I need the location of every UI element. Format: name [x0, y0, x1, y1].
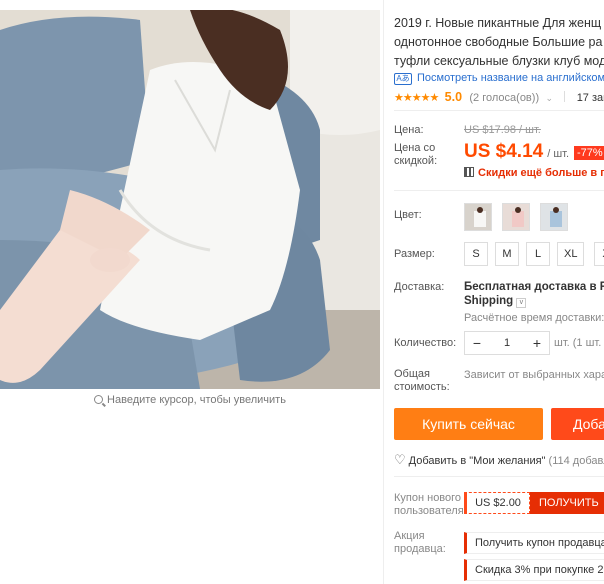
swatch-image-pink-shirt — [503, 204, 529, 230]
zoom-hint-text: Наведите курсор, чтобы увеличить — [107, 394, 286, 406]
magnifier-icon — [94, 395, 104, 404]
product-title-line: 2019 г. Новые пикантные Для женщ — [394, 16, 602, 30]
translate-title-link[interactable]: Aあ Посмотреть название на английском — [394, 72, 604, 85]
wishlist-count: (114 добавл — [548, 455, 604, 467]
swatch-image-blue-shirt — [541, 204, 567, 230]
wishlist-text: Добавить в "Мои желания" — [408, 455, 546, 467]
size-option-s[interactable]: S — [464, 242, 488, 266]
shipping-label: Доставка: — [394, 281, 445, 293]
price-label: Цена: — [394, 124, 424, 136]
product-title-line: туфли сексуальные блузки клуб мод — [394, 54, 604, 68]
shipping-method-line: Shipping v — [464, 294, 604, 308]
quantity-stepper: − 1 + — [464, 331, 550, 355]
qr-code-icon — [464, 167, 474, 177]
buy-now-button[interactable]: Купить сейчас — [394, 408, 543, 440]
size-option-l[interactable]: L — [526, 242, 550, 266]
product-title: 2019 г. Новые пикантные Для женщ однотон… — [394, 14, 604, 71]
delivery-time: Расчётное время доставки: 1 — [464, 312, 604, 324]
shipping-method-line: Бесплатная доставка в Russ — [464, 281, 604, 293]
divider — [394, 476, 604, 477]
heart-icon: ♡ — [394, 452, 406, 467]
new-user-coupon-label: Купон нового пользователя — [394, 492, 464, 517]
product-title-line: однотонное свободные Большие ра — [394, 35, 603, 49]
translate-icon: Aあ — [394, 73, 412, 85]
rating-stars-icon: ★★★★★ — [394, 92, 439, 104]
quantity-input[interactable]: 1 — [489, 332, 525, 354]
bulk-discount-promo[interactable]: Скидка 3% при покупке 2 ш — [464, 559, 604, 581]
color-swatch[interactable] — [540, 203, 568, 231]
add-to-cart-button[interactable]: Доба — [551, 408, 604, 440]
chevron-down-icon[interactable]: ⌄ — [545, 93, 553, 103]
rating-row: ★★★★★ 5.0 (2 голоса(ов)) ⌄ 17 заказ — [394, 90, 604, 104]
divider — [394, 110, 604, 111]
shipping-method-name: Shipping — [464, 295, 514, 307]
quantity-available: шт. (1 шт. — [554, 337, 602, 349]
rating-score: 5.0 — [444, 90, 463, 104]
color-swatch[interactable] — [502, 203, 530, 231]
quantity-increase-button[interactable]: + — [525, 332, 549, 354]
app-discount-link[interactable]: Скидки ещё больше в при — [464, 167, 604, 179]
shipping-method[interactable]: Бесплатная доставка в Russ Shipping v — [464, 280, 604, 308]
color-label: Цвет: — [394, 209, 422, 221]
original-price: US $17.98 / шт. — [464, 124, 541, 136]
total-label: Общая стоимость: — [394, 368, 450, 393]
quantity-decrease-button[interactable]: − — [465, 332, 489, 354]
rating-votes-link[interactable]: (2 голоса(ов)) — [469, 92, 539, 104]
product-photo-illustration — [0, 10, 380, 389]
product-main-image[interactable] — [0, 10, 380, 389]
total-price-note: Зависит от выбранных харак — [464, 369, 604, 381]
size-option-m[interactable]: M — [495, 242, 519, 266]
column-divider — [383, 0, 384, 584]
color-swatch[interactable] — [464, 203, 492, 231]
translate-title-text: Посмотреть название на английском — [417, 72, 604, 84]
swatch-image-white-shirt — [465, 204, 491, 230]
product-gallery: Наведите курсор, чтобы увеличить — [0, 0, 380, 584]
seller-promo-label: Акция продавца: — [394, 530, 446, 555]
discount-badge: -77% — [574, 146, 604, 160]
size-option-xxl[interactable]: X — [594, 242, 604, 266]
divider — [394, 190, 604, 191]
get-coupon-button[interactable]: ПОЛУЧИТЬ — [530, 492, 604, 514]
quantity-label: Количество: — [394, 337, 457, 349]
price-unit: / шт. — [547, 148, 570, 160]
app-discount-text: Скидки ещё больше в при — [478, 167, 604, 179]
discount-price-label: Цена со скидкой: — [394, 142, 438, 167]
seller-coupon-promo[interactable]: Получить купон продавца — [464, 532, 604, 554]
zoom-hint: Наведите курсор, чтобы увеличить — [0, 394, 380, 406]
size-option-xl[interactable]: XL — [557, 242, 585, 266]
coupon-amount: US $2.00 — [464, 492, 530, 514]
size-label: Размер: — [394, 248, 435, 260]
product-info: 2019 г. Новые пикантные Для женщ однотон… — [394, 0, 604, 584]
discount-price-amount: US $4.14 — [464, 141, 544, 162]
discount-price: US $4.14/ шт. — [464, 141, 569, 163]
add-to-wishlist-link[interactable]: ♡ Добавить в "Мои желания" (114 добавл — [394, 452, 604, 468]
product-page: Наведите курсор, чтобы увеличить 2019 г.… — [0, 0, 604, 584]
chevron-down-icon[interactable]: v — [516, 298, 527, 308]
orders-count: 17 заказ — [576, 92, 604, 104]
separator — [564, 91, 566, 102]
